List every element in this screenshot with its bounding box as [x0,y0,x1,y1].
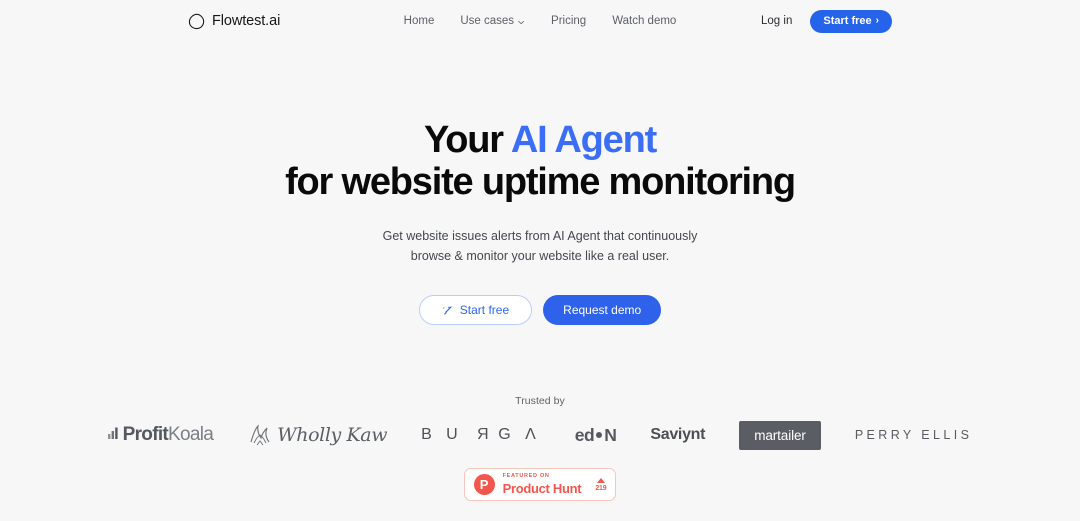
logo-saviynt-text: Saviynt [650,426,706,444]
logo-profitkoala-light: Koala [168,424,214,446]
login-link[interactable]: Log in [761,15,792,27]
nav-item-home[interactable]: Home [404,15,435,27]
nav-item-watch-demo[interactable]: Watch demo [612,15,676,27]
nav-item-label: Pricing [551,15,587,27]
product-hunt-featured-label: FEATURED ON [502,473,550,480]
nav-item-label: Home [403,15,435,27]
logo-saviynt: Saviynt [650,426,705,444]
nav-item-pricing[interactable]: Pricing [551,15,586,27]
request-demo-label: Request demo [563,303,642,318]
hero-section: Your AI Agent for website uptime monitor… [0,42,1080,326]
logo-martailer: martailer [739,420,821,450]
logo-martailer-text: martailer [739,420,821,450]
nav-item-label: Watch demo [612,15,677,27]
caret-up-icon [596,477,605,483]
product-hunt-text: FEATURED ON Product Hunt [503,474,582,495]
logo-profitkoala: ProfitKoala [107,424,214,446]
subheading-line-2: browse & monitor your website like a rea… [410,248,670,263]
magic-wand-icon [442,305,453,316]
product-hunt-upvotes[interactable]: 219 [595,477,607,492]
request-demo-button[interactable]: Request demo [543,295,662,326]
logo-perry-ellis-text: PERRY ELLIS [854,428,973,443]
product-hunt-wrap: P FEATURED ON Product Hunt 219 [0,468,1080,502]
start-free-nav-button[interactable]: Start free › [810,9,892,33]
kaw-crest-icon [247,423,273,447]
product-hunt-name: Product Hunt [502,480,582,496]
chevron-right-icon: › [875,15,879,26]
logo-wholly-kaw: Wholly Kaw [247,423,387,447]
chevron-down-icon [518,17,525,24]
product-hunt-logo-icon: P [473,474,495,496]
logo-wholly-kaw-text: Wholly Kaw [277,424,388,447]
logo-profitkoala-bold: Profit [122,424,169,446]
bar-chart-icon [107,424,119,446]
client-logo-row: ProfitKoala Wholly Kaw B U R G Λ ed N Sa… [0,420,1080,450]
nav-item-use-cases[interactable]: Use cases [460,15,525,27]
headline-line-2: for website uptime monitoring [285,160,796,203]
brand-name: Flowtest.ai [212,13,281,29]
logo-edon-suffix: N [604,424,617,445]
blob-icon [188,13,205,30]
logo-burga: B U R G Λ [421,426,541,444]
header-actions: Log in Start free › [761,9,892,33]
subheading-line-1: Get website issues alerts from AI Agent … [382,228,698,243]
start-free-button[interactable]: Start free [418,295,533,326]
hero-subheading: Get website issues alerts from AI Agent … [0,226,1080,267]
product-hunt-badge[interactable]: P FEATURED ON Product Hunt 219 [463,468,617,502]
headline-prefix: Your [423,119,511,161]
logo-perry-ellis: PERRY ELLIS [855,428,973,442]
brand-logo[interactable]: Flowtest.ai [188,13,280,30]
start-free-nav-label: Start free [823,14,872,27]
headline-accent: AI Agent [510,119,657,161]
logo-edon-prefix: ed [574,424,595,445]
headline-line-1: Your AI Agent [423,119,657,161]
site-header: Flowtest.ai Home Use cases Pricing Watch… [0,0,1080,42]
nav-item-label: Use cases [460,15,515,27]
main-nav: Home Use cases Pricing Watch demo [404,15,677,27]
page-title: Your AI Agent for website uptime monitor… [0,119,1080,204]
product-hunt-upvote-count: 219 [595,484,607,492]
logo-burga-text: B U R G Λ [421,426,541,444]
dot-icon [596,432,603,439]
start-free-label: Start free [459,303,510,318]
trusted-by-label: Trusted by [515,395,565,408]
hero-cta-row: Start free Request demo [0,295,1080,326]
trusted-by-section: Trusted by ProfitKoala Wholly Kaw B U R … [0,395,1080,502]
logo-edon: ed N [575,425,617,446]
